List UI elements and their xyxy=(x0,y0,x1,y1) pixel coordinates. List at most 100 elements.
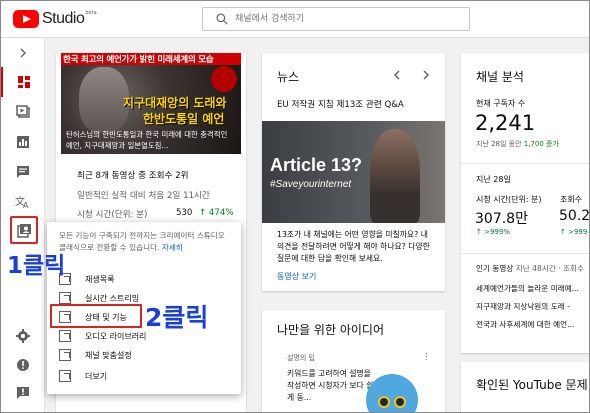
news-thumb-title: Article 13? xyxy=(270,155,363,175)
subscribers-label: 현재 구독자 수 xyxy=(476,99,526,108)
video-rank-summary: 최근 8개 동영상 중 조회수 2위 xyxy=(77,171,189,181)
thumbnail-line-1: 지구대재앙의 도래와 xyxy=(123,96,227,110)
annotation-first-click: 1클릭 xyxy=(7,253,66,279)
sidebar-item-settings[interactable] xyxy=(0,321,45,351)
popular-video-item[interactable]: 지구재앙과 지상낙원의 도래 - xyxy=(476,301,570,312)
metric-1-label: 일반적인 실적 대비 처음 2일 11시간 xyxy=(77,191,210,201)
popular-videos-period: 지난 48시간 · 조회수 xyxy=(515,264,585,273)
logo-text: Studio xyxy=(42,10,85,27)
menu-item-label: 재생목록 xyxy=(85,274,115,284)
sidebar-item-classic-studio[interactable] xyxy=(10,216,38,244)
sidebar-item-dashboard[interactable] xyxy=(0,67,45,97)
metric-2-value: 530 xyxy=(176,208,193,218)
news-title: 뉴스 xyxy=(277,70,300,84)
chevron-right-icon xyxy=(20,48,26,58)
sidebar-item-analytics[interactable] xyxy=(0,127,45,157)
chevron-left-icon xyxy=(394,70,400,80)
open-external-icon xyxy=(59,349,71,361)
metric-2-change: ↑ 474% xyxy=(199,208,234,218)
emblem-image xyxy=(211,66,237,92)
open-external-icon xyxy=(59,292,71,304)
menu-item-playlists[interactable]: 재생목록 xyxy=(59,270,114,288)
sidebar-item-comments[interactable] xyxy=(0,157,45,187)
sidebar-expand-button[interactable] xyxy=(0,38,45,68)
settings-icon xyxy=(15,329,30,343)
menu-item-customize-channel[interactable]: 채널 맞춤설정 xyxy=(59,346,132,364)
sidebar-item-report[interactable] xyxy=(0,378,45,408)
sidebar: 文A xyxy=(0,38,45,413)
popular-videos-label: 인기 동영상 xyxy=(476,264,514,273)
annotation-second-click: 2클릭 xyxy=(145,303,209,332)
metric-2-label: 시청 시간(단위: 분) xyxy=(77,210,148,220)
dashboard-icon xyxy=(18,76,30,88)
news-body: 13조가 내 채널에는 어떤 영향을 미칠까요? 내 의견을 전달하려면 어떻게… xyxy=(277,230,430,263)
popup-description: 모든 기능이 구축되기 전까지는 크리에이터 스튜디오 클래식으로 전환할 수 … xyxy=(59,230,234,254)
period-label: 지난 28일 xyxy=(476,175,511,184)
ideas-card: 나만을 위한 아이디어 설명의 팁 ⋮ 키워드를 고려하여 설명을 작성하면 시… xyxy=(262,310,445,413)
thumbnail-caption: 탄허스님의 한반도통일과 한국 미래에 대한 충격적인 예언, 지구대재앙과 일… xyxy=(66,130,228,150)
thumbnail-line-2: 한반도통일 예언 xyxy=(143,112,225,126)
popular-video-item[interactable]: 전국과 사후세계에 대한 예언... xyxy=(476,319,574,330)
views-value: 50.25 xyxy=(559,208,590,224)
views-label: 조회수 xyxy=(560,195,583,204)
youtube-logo-icon xyxy=(13,10,39,28)
status-features-highlight xyxy=(50,304,142,328)
report-icon xyxy=(16,387,29,399)
popular-video-item[interactable]: 세계예언가들의 놀라운 미래예... xyxy=(476,283,579,294)
portrait-image xyxy=(79,67,129,133)
menu-item-audio-library[interactable]: 오디오 라이브러리 xyxy=(59,327,146,345)
views-change: ↑ >999 xyxy=(560,228,588,236)
watch-time-value: 307.8만 xyxy=(475,211,528,227)
news-thumbnail[interactable]: Article 13? #Saveyourinternet xyxy=(262,121,445,223)
tip-body: 키워드를 고려하여 설명을 작성하면 시청자가 보다 쉽게 동... xyxy=(287,369,374,402)
menu-item-label: 실시간 스트리밍 xyxy=(85,293,140,303)
open-external-icon xyxy=(59,370,71,382)
subscribers-change-prefix: 지난 28일 동안 xyxy=(476,140,522,148)
watch-time-label: 시청 시간(단위: 분) xyxy=(476,195,542,204)
youtube-issues-title: 확인된 YouTube 문제 xyxy=(476,378,588,392)
news-headline[interactable]: EU 저작권 지침 제13조 관련 Q&A xyxy=(277,98,404,110)
ideas-title: 나만을 위한 아이디어 xyxy=(277,323,384,337)
search-box[interactable] xyxy=(202,7,470,31)
analytics-icon xyxy=(16,136,29,148)
svg-text:A: A xyxy=(23,201,29,209)
tip-label: 설명의 팁 xyxy=(287,354,315,362)
news-prev-button[interactable] xyxy=(393,70,401,83)
menu-item-more[interactable]: 더보기 xyxy=(59,367,107,385)
channel-analytics-title: 채널 분석 xyxy=(476,70,524,84)
search-icon xyxy=(216,13,228,25)
channel-analytics-card: 채널 분석 현재 구독자 수 2,241 지난 28일 동안 1,700 증가 … xyxy=(461,53,590,353)
sidebar-item-videos[interactable] xyxy=(0,97,45,127)
translations-icon: 文A xyxy=(15,195,29,209)
studio-logo[interactable]: Studio beta xyxy=(13,10,97,28)
logo-badge: beta xyxy=(85,10,97,16)
subscribers-value: 2,241 xyxy=(475,111,536,135)
comments-icon xyxy=(16,166,29,178)
watch-time-change: ↑ >999% xyxy=(476,228,510,236)
open-external-icon xyxy=(59,330,71,342)
popup-description-text: 모든 기능이 구축되기 전까지는 크리에이터 스튜디오 클래식으로 전환할 수 … xyxy=(59,231,225,252)
classic-studio-icon xyxy=(16,223,31,238)
binoculars-icon xyxy=(366,374,418,413)
thumbnail-banner-text: 한국 최고의 예언가가 밝힌 미래세계의 모습 xyxy=(63,55,214,65)
menu-item-label: 더보기 xyxy=(85,371,108,381)
news-thumb-hashtag: #Saveyourinternet xyxy=(270,179,352,190)
subscribers-change: 1,700 증가 xyxy=(523,140,559,148)
feedback-icon xyxy=(16,359,29,371)
watch-video-link[interactable]: 동영상 보기 xyxy=(277,271,316,282)
latest-video-thumbnail[interactable]: 한국 최고의 예언가가 밝힌 미래세계의 모습 지구대재앙의 도래와 한반도통일… xyxy=(61,53,241,154)
sidebar-item-feedback[interactable] xyxy=(0,350,45,380)
top-bar: Studio beta xyxy=(0,0,590,38)
news-card: 뉴스 EU 저작권 지침 제13조 관련 Q&A Article 13? #Sa… xyxy=(262,53,445,291)
search-input[interactable] xyxy=(235,11,455,27)
presenter-image xyxy=(370,129,420,223)
sidebar-item-translations[interactable]: 文A xyxy=(0,187,45,217)
menu-item-label: 오디오 라이브러리 xyxy=(85,331,147,341)
more-options-icon[interactable]: ⋮ xyxy=(422,352,431,362)
learn-more-link[interactable]: 자세히 xyxy=(162,243,183,252)
chevron-right-icon xyxy=(423,70,429,80)
news-next-button[interactable] xyxy=(422,70,430,83)
youtube-issues-card: 확인된 YouTube 문제 xyxy=(461,362,590,413)
menu-item-label: 채널 맞춤설정 xyxy=(85,350,132,360)
videos-icon xyxy=(15,105,30,118)
